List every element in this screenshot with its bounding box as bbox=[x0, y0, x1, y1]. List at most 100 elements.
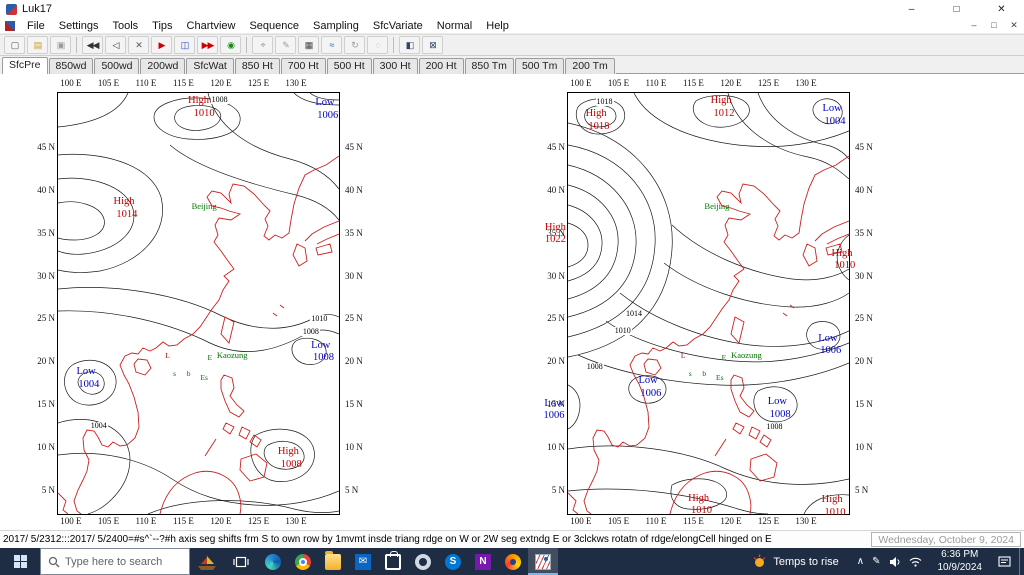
lat-tick: 20 N bbox=[345, 356, 363, 367]
settings-icon[interactable] bbox=[408, 548, 438, 575]
map-label-high: High bbox=[277, 446, 299, 458]
menu-sequence[interactable]: Sequence bbox=[242, 20, 306, 32]
close-button[interactable]: ✕ bbox=[979, 0, 1024, 18]
lon-tick: 120 E bbox=[210, 78, 232, 88]
tab-300-ht[interactable]: 300 Ht bbox=[372, 58, 418, 74]
lat-tick: 40 N bbox=[345, 184, 363, 195]
map-label-city: Beijing bbox=[704, 200, 730, 211]
show-desktop-button[interactable] bbox=[1019, 548, 1024, 575]
new-button[interactable]: ▢ bbox=[4, 36, 25, 54]
mail-icon[interactable] bbox=[348, 548, 378, 575]
start-button[interactable] bbox=[0, 548, 40, 575]
document-icon bbox=[5, 20, 15, 31]
lat-tick: 40 N bbox=[855, 184, 873, 195]
menu-file[interactable]: File bbox=[20, 20, 52, 32]
play-button[interactable]: ▶ bbox=[151, 36, 172, 54]
rewind-button[interactable]: ◀◀ bbox=[82, 36, 103, 54]
edge-icon[interactable] bbox=[258, 548, 288, 575]
search-box[interactable] bbox=[40, 548, 190, 575]
globe-button[interactable]: ◉ bbox=[220, 36, 241, 54]
map-label-low: Low bbox=[767, 395, 787, 407]
status-bar: 2017/ 5/2312:::2017/ 5/2400=#s^`--?#h ax… bbox=[0, 530, 1024, 548]
save-button[interactable]: ▣ bbox=[50, 36, 71, 54]
lat-tick: 20 N bbox=[855, 356, 873, 367]
lat-tick: 40 N bbox=[547, 184, 565, 195]
pin-button[interactable]: ⌖ bbox=[252, 36, 273, 54]
taskbar-clock[interactable]: 6:36 PM 10/9/2024 bbox=[930, 549, 991, 574]
menu-help[interactable]: Help bbox=[479, 20, 516, 32]
lat-tick: 5 N bbox=[41, 485, 55, 496]
panes-button[interactable]: ◧ bbox=[399, 36, 420, 54]
action-center-icon[interactable] bbox=[990, 555, 1019, 568]
map-label-low: 1006 bbox=[640, 387, 662, 399]
skype-icon[interactable] bbox=[438, 548, 468, 575]
tab-200wd[interactable]: 200wd bbox=[140, 58, 186, 74]
tab-500wd[interactable]: 500wd bbox=[94, 58, 140, 74]
open-button[interactable]: ▤ bbox=[27, 36, 48, 54]
map-label-high: High bbox=[710, 95, 732, 107]
lon-tick: 130 E bbox=[795, 78, 817, 88]
browser-icon[interactable] bbox=[498, 548, 528, 575]
menu-sfcvariate[interactable]: SfcVariate bbox=[366, 20, 430, 32]
map-label-high: High bbox=[585, 107, 607, 119]
map-label-city: Beijing bbox=[191, 200, 217, 211]
pen-button[interactable]: ✎ bbox=[275, 36, 296, 54]
boat-icon[interactable] bbox=[190, 548, 224, 575]
tray-chevron-up-icon[interactable]: ∧ bbox=[857, 556, 864, 567]
overlay-button[interactable]: ⊠ bbox=[422, 36, 443, 54]
menu-settings[interactable]: Settings bbox=[52, 20, 106, 32]
file-explorer-icon[interactable] bbox=[318, 548, 348, 575]
lon-tick: 120 E bbox=[720, 78, 742, 88]
tab-sfcpre[interactable]: SfcPre bbox=[2, 57, 48, 74]
map-label-city: Kaozung bbox=[216, 349, 248, 360]
tab-200-tm[interactable]: 200 Tm bbox=[565, 58, 615, 74]
fast-forward-button[interactable]: ▶▶ bbox=[197, 36, 218, 54]
luk17-icon[interactable] bbox=[528, 548, 558, 575]
tab-500-tm[interactable]: 500 Tm bbox=[514, 58, 565, 74]
weather-widget[interactable]: Temps to rise bbox=[742, 548, 848, 575]
map-label-contour: 1010 bbox=[310, 314, 329, 324]
lon-tick: 125 E bbox=[757, 516, 780, 526]
pen-tray-icon[interactable]: ✎ bbox=[872, 556, 880, 567]
lat-ticks-left: 45 N 40 N 35 N 30 N 25 N 20 N 15 N 10 N 5 N bbox=[36, 92, 57, 513]
task-view-icon[interactable] bbox=[224, 548, 258, 575]
store-icon[interactable] bbox=[378, 548, 408, 575]
network-icon[interactable] bbox=[909, 556, 922, 567]
stop-button[interactable]: ✕ bbox=[128, 36, 149, 54]
rotate-button[interactable]: ↻ bbox=[344, 36, 365, 54]
grid-button[interactable]: ▦ bbox=[298, 36, 319, 54]
tab-850-ht[interactable]: 850 Ht bbox=[234, 58, 280, 74]
step-back-button[interactable]: ◁ bbox=[105, 36, 126, 54]
boat-glyph bbox=[198, 554, 216, 570]
tab-500-ht[interactable]: 500 Ht bbox=[326, 58, 372, 74]
toolbar-separator bbox=[246, 37, 247, 53]
minimize-button[interactable]: – bbox=[889, 0, 934, 18]
search-icon bbox=[48, 556, 60, 567]
wave-button[interactable]: ≈ bbox=[321, 36, 342, 54]
tab-850-tm[interactable]: 850 Tm bbox=[464, 58, 514, 74]
menu-normal[interactable]: Normal bbox=[430, 20, 479, 32]
speaker-icon[interactable] bbox=[889, 556, 901, 568]
tab-sfcwat[interactable]: SfcWat bbox=[186, 58, 234, 74]
ellipse-button[interactable]: ◌ bbox=[367, 36, 388, 54]
search-input[interactable] bbox=[65, 555, 182, 568]
map-label-high: High bbox=[821, 494, 843, 506]
status-date-box: Wednesday, October 9, 2024 bbox=[871, 532, 1021, 547]
mdi-minimize-button[interactable]: – bbox=[964, 20, 984, 31]
tab-200-ht[interactable]: 200 Ht bbox=[418, 58, 464, 74]
tab-850wd[interactable]: 850wd bbox=[48, 58, 94, 74]
menu-sampling[interactable]: Sampling bbox=[306, 20, 366, 32]
menu-tips[interactable]: Tips bbox=[145, 20, 179, 32]
menu-tools[interactable]: Tools bbox=[105, 20, 145, 32]
chrome-icon[interactable] bbox=[288, 548, 318, 575]
maximize-button[interactable]: □ bbox=[934, 0, 979, 18]
tab-700-ht[interactable]: 700 Ht bbox=[280, 58, 326, 74]
frame-select-button[interactable]: ◫ bbox=[174, 36, 195, 54]
mdi-close-button[interactable]: ✕ bbox=[1004, 20, 1024, 31]
task-view-glyph bbox=[233, 556, 249, 567]
map-label-contour: 1008 bbox=[585, 362, 604, 372]
menu-chartview[interactable]: Chartview bbox=[180, 20, 243, 32]
mdi-restore-button[interactable]: □ bbox=[984, 20, 1004, 31]
lat-tick: 30 N bbox=[855, 270, 873, 281]
onenote-icon[interactable] bbox=[468, 548, 498, 575]
